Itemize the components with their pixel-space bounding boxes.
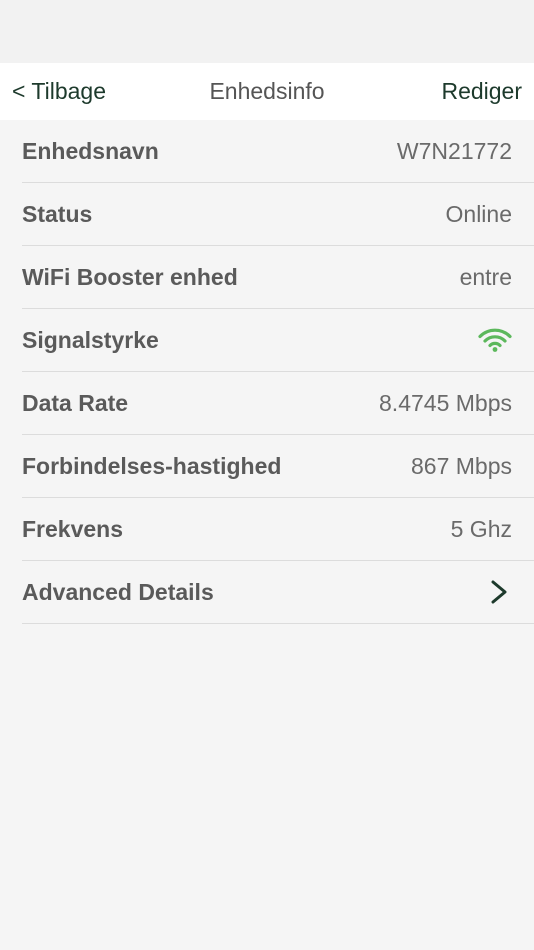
row-data-rate: Data Rate 8.4745 Mbps xyxy=(22,372,534,435)
row-label: Status xyxy=(22,200,93,227)
navigation-bar: < Tilbage Enhedsinfo Rediger xyxy=(0,63,534,120)
row-value: entre xyxy=(459,263,512,290)
row-value: W7N21772 xyxy=(396,137,512,164)
row-value: 867 Mbps xyxy=(410,452,512,479)
row-label: Advanced Details xyxy=(22,578,214,605)
device-info-list: Enhedsnavn W7N21772 Status Online WiFi B… xyxy=(0,120,534,624)
wifi-signal-icon xyxy=(478,328,512,352)
row-label: Data Rate xyxy=(22,389,129,416)
row-label: Forbindelses-hastighed xyxy=(22,452,282,479)
row-signal-strength: Signalstyrke xyxy=(22,309,534,372)
back-button[interactable]: < Tilbage xyxy=(12,78,106,105)
row-label: Enhedsnavn xyxy=(22,137,159,164)
row-value: 5 Ghz xyxy=(450,515,512,542)
row-label: Signalstyrke xyxy=(22,326,159,353)
row-status: Status Online xyxy=(22,183,534,246)
row-label: Frekvens xyxy=(22,515,124,542)
row-value: 8.4745 Mbps xyxy=(379,389,512,416)
edit-button[interactable]: Rediger xyxy=(441,78,522,105)
row-device-name: Enhedsnavn W7N21772 xyxy=(22,120,534,183)
chevron-right-icon xyxy=(491,580,507,604)
row-value: Online xyxy=(445,200,512,227)
row-frequency: Frekvens 5 Ghz xyxy=(22,498,534,561)
row-booster-device: WiFi Booster enhed entre xyxy=(22,246,534,309)
advanced-details-row[interactable]: Advanced Details xyxy=(22,561,534,624)
status-bar xyxy=(0,0,534,63)
row-connection-speed: Forbindelses-hastighed 867 Mbps xyxy=(22,435,534,498)
row-label: WiFi Booster enhed xyxy=(22,263,238,290)
